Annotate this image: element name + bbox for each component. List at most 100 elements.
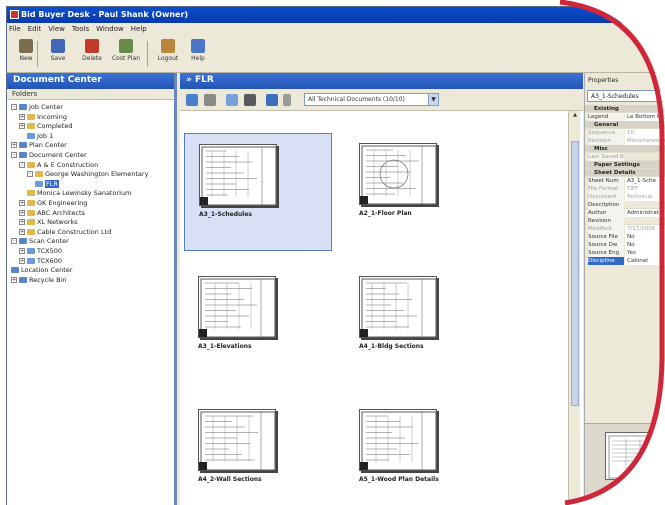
expand-icon[interactable]: + [19,257,25,264]
property-row[interactable]: Discipline Cabinet [585,257,665,265]
scroll-up-icon[interactable]: ▲ [570,112,580,121]
thumbnail-view-icon[interactable] [266,94,278,106]
property-row[interactable]: Source File No [585,233,665,241]
view-options-dropdown-icon[interactable] [283,94,291,106]
tree-item-tcx500[interactable]: + TCX500 [19,247,62,256]
expand-icon[interactable]: + [19,123,25,130]
print-icon[interactable] [244,94,256,106]
property-row[interactable]: Last Saved By [585,153,665,161]
document-thumbnail[interactable]: A2_1-Floor Plan [345,133,493,251]
expand-icon[interactable]: + [19,113,25,120]
collapse-icon[interactable]: - [19,161,25,168]
property-category[interactable]: General [585,121,665,129]
expand-icon[interactable]: + [19,219,25,226]
tree-item-abc-architects[interactable]: + ABC Architects [19,209,85,218]
property-row[interactable]: Sheet Num A3_1-Sche [585,177,665,185]
document-filter-select[interactable]: All Technical Documents (10/10) ▼ [304,93,439,106]
view-document-icon[interactable] [226,94,238,106]
delete-button[interactable]: Delete [77,39,107,69]
thumbnail-vertical-scrollbar[interactable]: ▲ [568,111,580,505]
property-row[interactable]: Author Administrat [585,209,665,217]
property-value[interactable]: 7/17/2006 [625,225,665,233]
property-row[interactable]: Sequence 10 [585,129,665,137]
collapse-icon[interactable]: - [11,104,17,110]
property-category[interactable]: Paper Settings [585,161,665,169]
tree-item-completed[interactable]: + Completed [19,122,72,131]
property-value[interactable]: Cabinet [625,257,665,265]
property-row[interactable]: Source Dw No [585,241,665,249]
expand-icon[interactable]: + [11,276,17,283]
tree-item-monica-lewinsky-sanatorium[interactable]: Monica Lewinsky Sanatorium [27,189,131,198]
tree-item-label: GK Engineering [37,199,88,207]
tree-item-location-center[interactable]: Location Center [11,266,72,275]
tree-item-a-e-construction[interactable]: - A & E Construction [19,161,98,170]
property-row[interactable]: LegendLe Bottom Right [585,113,665,121]
tree-item-xl-networks[interactable]: + XL Networks [19,218,78,227]
menu-item-help[interactable]: Help [131,25,147,33]
property-value[interactable]: Le Bottom Right [625,113,665,121]
document-thumbnail[interactable]: A3_1-Elevations [184,266,332,384]
property-row[interactable]: Revision Miscellaneous [585,137,665,145]
menu-item-window[interactable]: Window [96,25,124,33]
property-value[interactable]: Technical [625,193,665,201]
tree-item-job-center[interactable]: - Job Center [11,103,63,112]
logout-button[interactable]: Logout [153,39,183,69]
property-row[interactable]: Revision [585,217,665,225]
tree-item-george-washington-elementary[interactable]: - George Washington Elementary [27,170,148,179]
tree-item-tcx600[interactable]: + TCX600 [19,257,62,266]
expand-icon[interactable]: + [19,248,25,254]
collapse-icon[interactable]: - [11,238,17,245]
property-value[interactable]: No [625,233,665,241]
expand-icon[interactable]: + [19,200,25,206]
property-row[interactable]: Modified 7/17/2006 [585,225,665,233]
property-key: Modified [588,225,624,233]
tree-item-cable-construction-ltd[interactable]: + Cable Construction Ltd [19,228,111,237]
property-category[interactable]: Misc [585,145,665,153]
scrollbar-thumb[interactable] [571,141,579,406]
expand-icon[interactable]: + [19,228,25,235]
tree-item-incoming[interactable]: + Incoming [19,113,67,122]
property-row[interactable]: Description [585,201,665,209]
expand-icon[interactable]: + [19,209,25,216]
property-value[interactable]: TIFF [625,185,665,193]
property-row[interactable]: Document Technical [585,193,665,201]
property-value[interactable]: No [625,241,665,249]
help-button[interactable]: Help [183,39,213,69]
open-folder-icon[interactable] [186,94,198,106]
document-thumbnail[interactable]: A4_2-Wall Sections [184,399,332,505]
cost-plan-button[interactable]: Cost Plan [111,39,141,69]
property-value[interactable]: Administrat [625,209,665,217]
tree-item-gk-engineering[interactable]: + GK Engineering [19,199,87,208]
expand-icon[interactable]: + [11,142,17,149]
menu-item-edit[interactable]: Edit [28,25,42,33]
save-button[interactable]: Save [43,39,73,69]
menu-item-view[interactable]: View [48,25,65,33]
tree-item-plan-center[interactable]: + Plan Center [11,141,67,150]
tree-item-flr[interactable]: FLR [35,179,59,189]
property-category[interactable]: Existing [585,105,665,113]
collapse-icon[interactable]: - [11,152,17,158]
scan-icon[interactable] [204,94,216,106]
menu-item-file[interactable]: File [9,25,21,33]
property-category[interactable]: Sheet Details [585,169,665,177]
tree-item-document-center[interactable]: - Document Center [11,151,87,160]
collapse-icon[interactable]: - [27,171,33,178]
property-value[interactable]: Yes [625,249,665,257]
tree-item-label: Recycle Bin [29,275,67,284]
property-row[interactable]: Source Eng Yes [585,249,665,257]
property-value[interactable]: 10 [625,129,665,137]
document-thumbnail[interactable]: A4_1-Bldg Sections [345,266,493,384]
properties-document-select[interactable]: A3_1-Schedules [587,90,665,102]
preview-thumbnail[interactable] [605,432,665,480]
tree-item-job-1[interactable]: Job 1 [27,132,53,141]
tree-item-scan-center[interactable]: - Scan Center [11,237,69,246]
document-thumbnail[interactable]: A3_1-Schedules [184,133,332,251]
property-row[interactable]: File Format TIFF [585,185,665,193]
chevron-down-icon[interactable]: ▼ [428,94,438,105]
menu-item-tools[interactable]: Tools [72,25,89,33]
property-value[interactable]: A3_1-Sche [625,177,665,185]
tree-item-recycle-bin[interactable]: + Recycle Bin [11,276,66,285]
thumbnail-label: A3_1-Elevations [198,343,252,350]
property-value[interactable]: Miscellaneous [625,137,665,145]
document-thumbnail[interactable]: A5_1-Wood Plan Details [345,399,493,505]
